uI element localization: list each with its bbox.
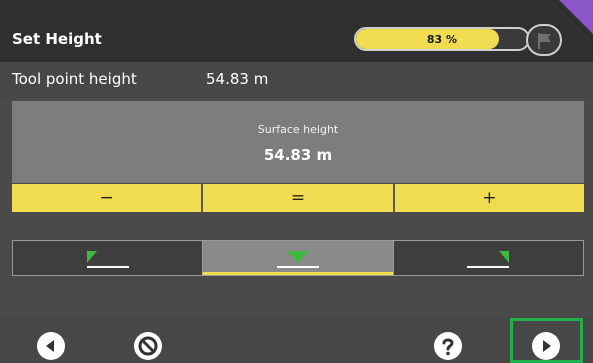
increase-button[interactable]: + — [392, 184, 584, 212]
tool-point-value: 54.83 m — [206, 70, 269, 88]
flag-button[interactable] — [526, 24, 562, 56]
surface-height-panel: Surface height 54.83 m — [12, 101, 584, 183]
adjust-buttons: − = + — [12, 184, 584, 212]
surface-height-label: Surface height — [257, 123, 339, 136]
right-marker-icon — [467, 251, 510, 268]
mode-selector — [12, 240, 584, 276]
left-marker-icon — [86, 251, 129, 268]
progress-label: 83 % — [426, 33, 458, 46]
next-arrow-icon — [543, 340, 551, 352]
back-arrow-icon — [46, 340, 54, 352]
mode-right[interactable] — [392, 241, 583, 275]
page-title: Set Height — [12, 30, 102, 48]
progress-bar: 83 % — [354, 27, 530, 51]
help-icon — [442, 338, 454, 356]
corner-indicator — [559, 0, 593, 34]
tool-point-row: Tool point height 54.83 m — [0, 62, 593, 98]
center-marker-icon — [276, 251, 319, 268]
tool-point-label: Tool point height — [12, 70, 137, 88]
help-button[interactable] — [434, 332, 462, 360]
mode-center[interactable] — [202, 241, 393, 275]
back-button[interactable] — [37, 332, 65, 360]
decrease-button[interactable]: − — [12, 184, 202, 212]
cancel-icon — [138, 336, 158, 356]
mode-left[interactable] — [13, 241, 202, 275]
header-bar: Set Height 83 % — [0, 0, 593, 62]
surface-height-value: 54.83 m — [263, 146, 333, 164]
equals-button[interactable]: = — [201, 184, 393, 212]
bottom-bar — [0, 318, 593, 363]
cancel-button[interactable] — [134, 332, 162, 360]
flag-icon — [538, 33, 551, 49]
next-button[interactable] — [532, 332, 560, 360]
